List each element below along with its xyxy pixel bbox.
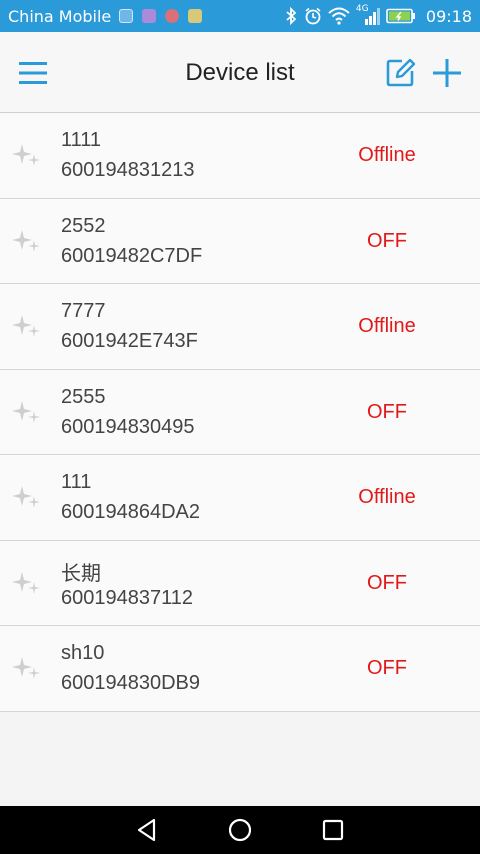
device-id: 600194830DB9 — [61, 672, 201, 694]
device-list: 1111 600194831213 Offline 2552 60019482C… — [0, 113, 480, 712]
add-device-button[interactable] — [430, 56, 464, 90]
device-name: 111 — [61, 471, 92, 493]
edit-button[interactable] — [384, 56, 416, 90]
device-row[interactable]: 2552 60019482C7DF OFF — [0, 198, 480, 284]
device-status: OFF — [367, 571, 407, 594]
device-row[interactable]: 1111 600194831213 Offline — [0, 113, 480, 199]
device-name: 7777 — [61, 300, 106, 322]
gallery-icon — [142, 9, 157, 23]
device-name: sh10 — [61, 642, 105, 664]
device-status: OFF — [367, 400, 407, 423]
carrier-label: China Mobile — [8, 6, 112, 26]
sparkle-icon — [12, 144, 40, 166]
alarm-icon — [305, 7, 321, 25]
bluetooth-icon — [286, 7, 297, 25]
device-row[interactable]: 长期 600194837112 OFF — [0, 540, 480, 626]
sparkle-icon — [12, 657, 40, 679]
device-id: 600194837112 — [61, 586, 193, 609]
device-status: Offline — [358, 144, 416, 167]
hamburger-menu-icon — [19, 62, 47, 84]
home-icon[interactable] — [227, 817, 253, 843]
recents-icon[interactable] — [320, 817, 346, 843]
device-status: Offline — [358, 486, 416, 509]
sparkle-icon — [12, 486, 40, 508]
app-bar: Device list — [0, 32, 480, 113]
clock: 09:18 — [425, 6, 472, 26]
device-id: 600194831213 — [61, 159, 195, 181]
device-name: 2555 — [61, 385, 106, 408]
app-icon — [165, 9, 180, 23]
sparkle-icon — [12, 571, 40, 594]
device-name: 1111 — [61, 129, 102, 151]
device-row[interactable]: 111 600194864DA2 Offline — [0, 455, 480, 541]
notification-icon — [119, 9, 134, 23]
battery-icon — [386, 8, 415, 24]
device-id: 6001942E743F — [61, 330, 198, 352]
back-icon[interactable] — [134, 817, 160, 843]
sparkle-icon — [12, 315, 40, 337]
device-name: 2552 — [61, 214, 106, 237]
device-row[interactable]: 7777 6001942E743F Offline — [0, 284, 480, 370]
device-status: Offline — [358, 315, 416, 338]
app-icon — [188, 9, 203, 23]
device-id: 600194864DA2 — [61, 501, 201, 523]
device-row[interactable]: 2555 600194830495 OFF — [0, 369, 480, 455]
menu-button[interactable] — [16, 56, 50, 90]
plus-icon — [433, 59, 461, 87]
device-id: 600194830495 — [61, 415, 195, 438]
device-row[interactable]: sh10 600194830DB9 OFF — [0, 626, 480, 712]
wifi-icon — [328, 7, 350, 25]
system-nav-bar — [0, 806, 480, 854]
device-name: 长期 — [61, 562, 101, 585]
device-status: OFF — [367, 657, 407, 680]
device-id: 60019482C7DF — [61, 244, 203, 267]
sparkle-icon — [12, 400, 40, 423]
signal-icon: 4G — [356, 4, 380, 26]
edit-icon — [386, 58, 416, 87]
sparkle-icon — [12, 229, 40, 252]
status-bar: China Mobile 4G 09:18 — [0, 0, 480, 32]
device-status: OFF — [367, 229, 407, 252]
